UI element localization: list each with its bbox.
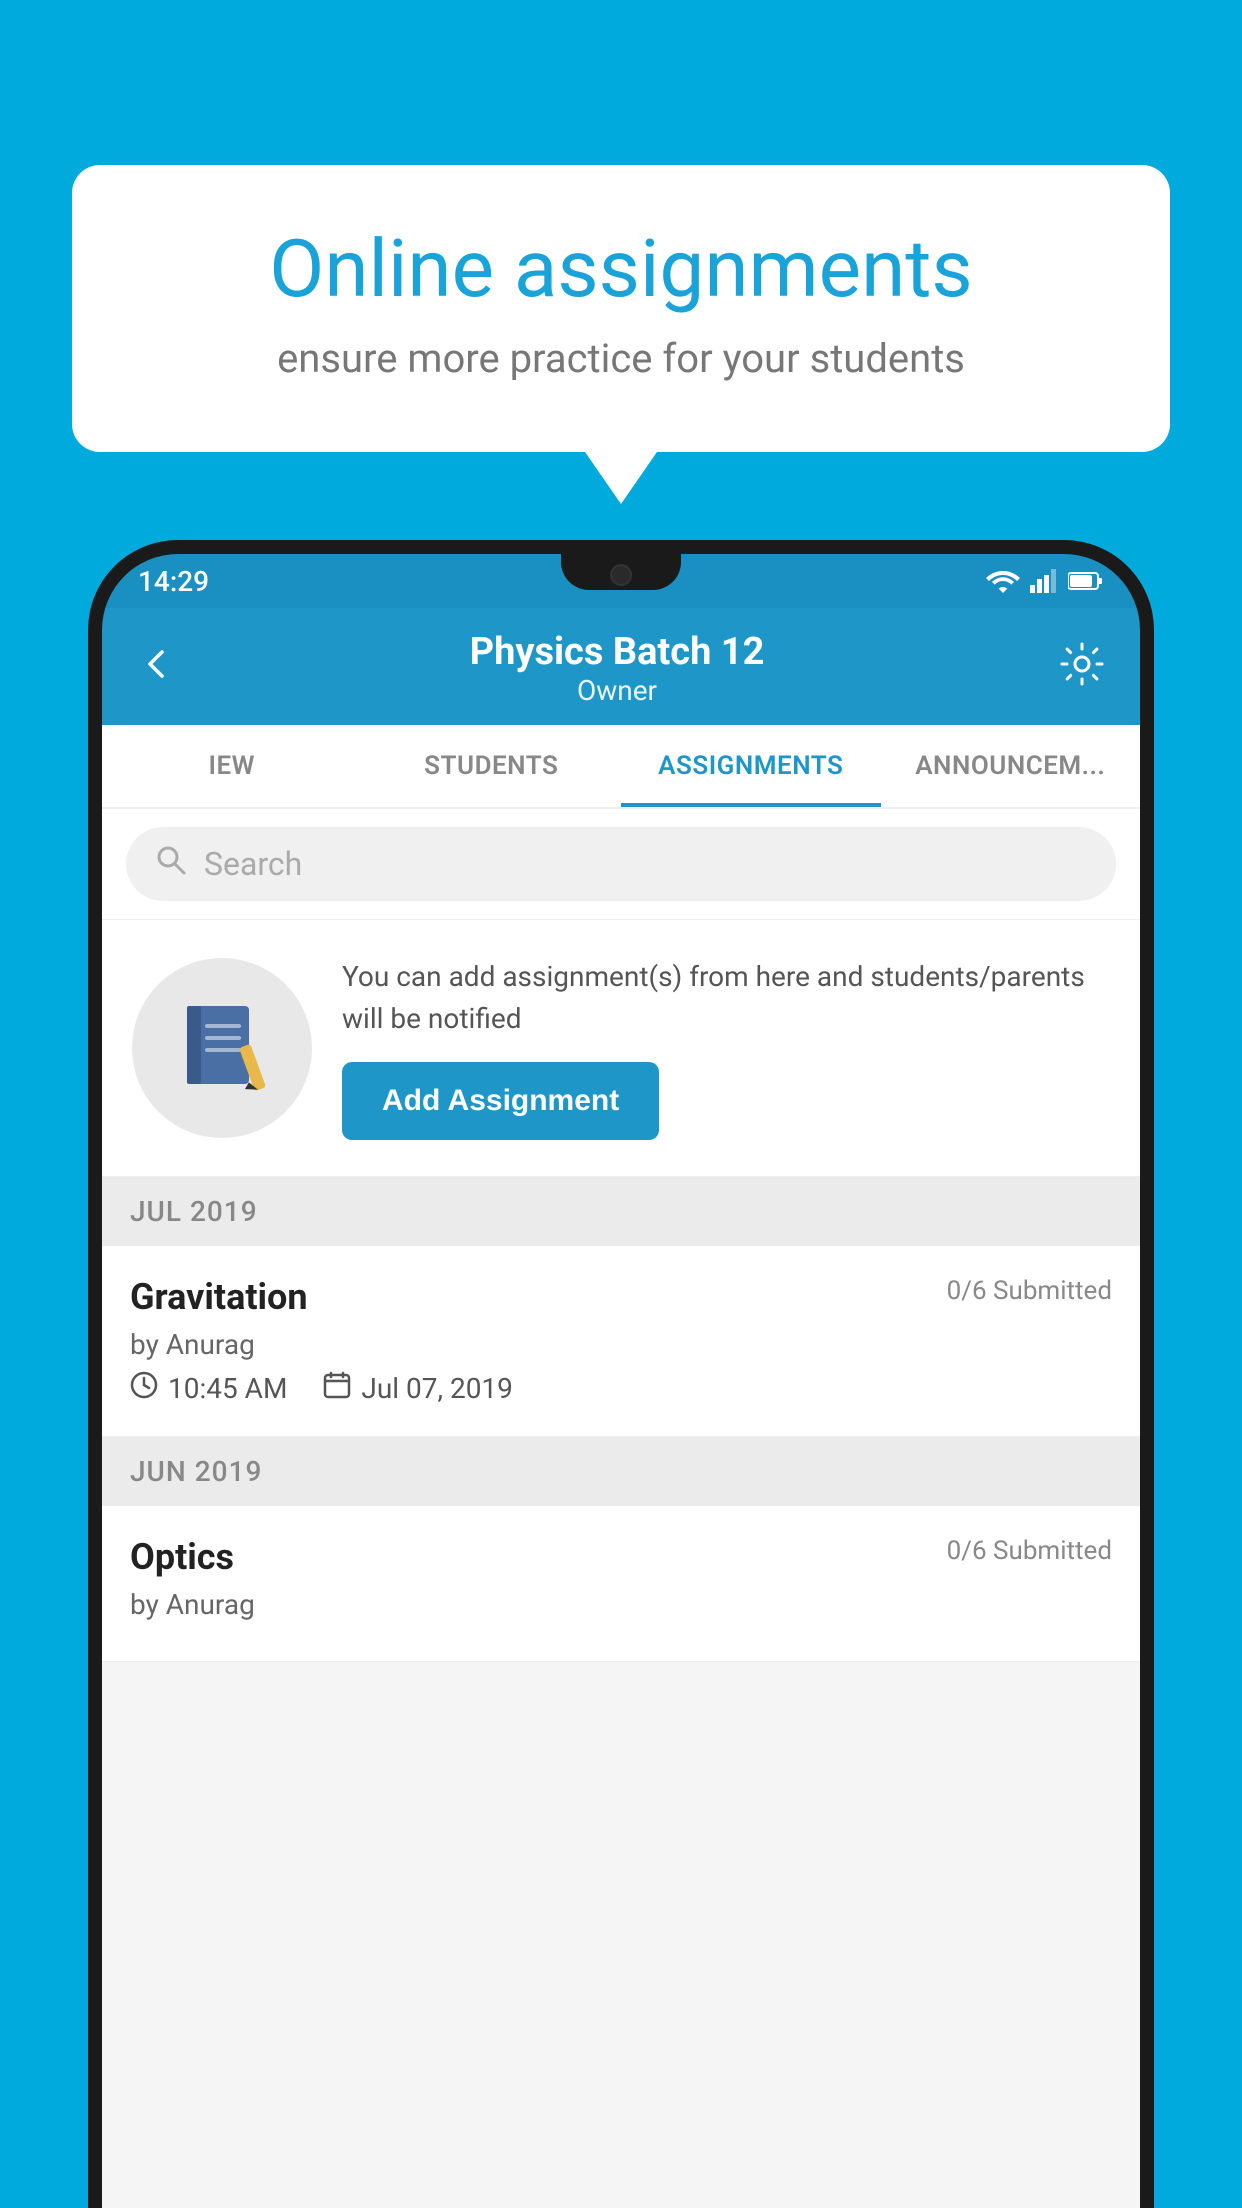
- tab-assignments[interactable]: ASSIGNMENTS: [621, 725, 881, 807]
- phone-notch: [561, 554, 681, 590]
- status-icons: [986, 569, 1104, 593]
- back-button[interactable]: [138, 644, 174, 693]
- wifi-icon: [986, 569, 1020, 593]
- tab-announcements[interactable]: ANNOUNCEM...: [881, 725, 1141, 807]
- phone-mockup: 14:29: [88, 540, 1154, 2208]
- app-header: Physics Batch 12 Owner: [102, 608, 1140, 725]
- assignment-date-value: Jul 07, 2019: [361, 1372, 513, 1405]
- screen-content: Search: [102, 809, 1140, 2208]
- speech-bubble: Online assignments ensure more practice …: [72, 165, 1170, 452]
- assignment-time-value: 10:45 AM: [168, 1372, 287, 1405]
- assignment-item-gravitation[interactable]: Gravitation 0/6 Submitted by Anurag 10:4…: [102, 1246, 1140, 1437]
- assignment-item-optics[interactable]: Optics 0/6 Submitted by Anurag: [102, 1506, 1140, 1662]
- header-title: Physics Batch 12: [470, 630, 765, 674]
- bubble-subtitle: ensure more practice for your students: [152, 335, 1090, 382]
- settings-button[interactable]: [1060, 642, 1104, 696]
- tab-students[interactable]: STUDENTS: [362, 725, 622, 807]
- assignment-by-optics: by Anurag: [130, 1588, 1112, 1621]
- add-assignment-button[interactable]: Add Assignment: [342, 1062, 659, 1140]
- notebook-icon: [177, 998, 267, 1098]
- signal-icon: [1030, 569, 1058, 593]
- assignment-item-header: Gravitation 0/6 Submitted: [130, 1276, 1112, 1318]
- assignment-date: Jul 07, 2019: [323, 1371, 513, 1406]
- search-container: Search: [102, 809, 1140, 920]
- phone-screen: 14:29: [102, 554, 1140, 2208]
- tab-iew[interactable]: IEW: [102, 725, 362, 807]
- assignment-item-header-optics: Optics 0/6 Submitted: [130, 1536, 1112, 1578]
- assignment-submitted-optics: 0/6 Submitted: [947, 1536, 1112, 1566]
- search-input-wrap[interactable]: Search: [126, 827, 1116, 901]
- month-header-jun: JUN 2019: [102, 1437, 1140, 1506]
- assignment-submitted: 0/6 Submitted: [947, 1276, 1112, 1306]
- phone-camera: [610, 564, 632, 586]
- promo-text: You can add assignment(s) from here and …: [342, 956, 1110, 1040]
- month-header-jul: JUL 2019: [102, 1177, 1140, 1246]
- clock-icon: [130, 1371, 158, 1406]
- promo-content: You can add assignment(s) from here and …: [342, 956, 1110, 1140]
- header-center: Physics Batch 12 Owner: [470, 630, 765, 707]
- assignment-icon-circle: [132, 958, 312, 1138]
- bubble-title: Online assignments: [152, 225, 1090, 313]
- speech-bubble-container: Online assignments ensure more practice …: [72, 165, 1170, 452]
- calendar-icon: [323, 1371, 351, 1406]
- tab-bar: IEW STUDENTS ASSIGNMENTS ANNOUNCEM...: [102, 725, 1140, 809]
- assignment-by: by Anurag: [130, 1328, 1112, 1361]
- assignment-name: Gravitation: [130, 1276, 308, 1318]
- battery-icon: [1068, 570, 1104, 592]
- assignment-name-optics: Optics: [130, 1536, 234, 1578]
- add-assignment-promo: You can add assignment(s) from here and …: [102, 920, 1140, 1177]
- assignment-time: 10:45 AM: [130, 1371, 287, 1406]
- search-icon: [154, 843, 188, 885]
- header-subtitle: Owner: [470, 674, 765, 707]
- search-placeholder: Search: [204, 845, 302, 883]
- status-time: 14:29: [138, 565, 209, 598]
- assignment-meta: 10:45 AM Jul 07, 2019: [130, 1371, 1112, 1406]
